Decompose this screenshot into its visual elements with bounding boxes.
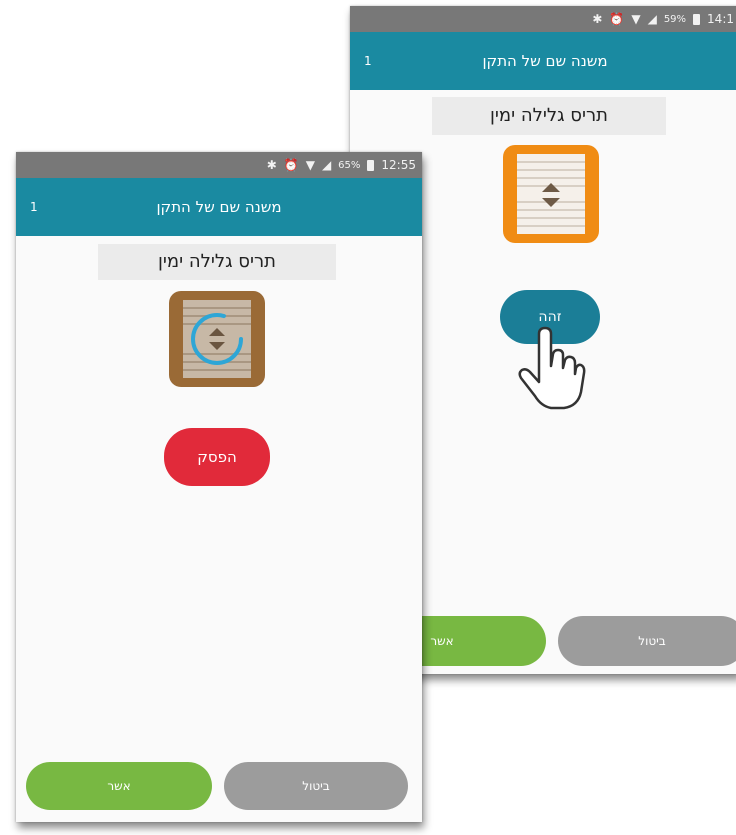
confirm-button[interactable]: אשר <box>26 762 212 810</box>
status-bar: ✱ ⏰ ▼ ◢ 59% 14:1 <box>350 6 736 32</box>
roller-shutter-icon <box>168 290 266 388</box>
status-time: 12:55 <box>381 158 416 172</box>
battery-percent: 59% <box>663 13 687 25</box>
status-time: 14:1 <box>707 12 734 26</box>
phone-screen-stop: ✱ ⏰ ▼ ◢ 65% 12:55 1 משנה שם של התקן תריס… <box>16 152 422 822</box>
alarm-icon: ⏰ <box>609 12 625 26</box>
wifi-icon: ▼ <box>305 158 315 172</box>
cancel-button[interactable]: ביטול <box>224 762 408 810</box>
page-title: משנה שם של התקן <box>156 198 282 216</box>
signal-icon: ◢ <box>321 158 332 172</box>
stop-button[interactable]: הפסק <box>164 428 270 486</box>
alarm-icon: ⏰ <box>283 158 299 172</box>
device-name-field[interactable]: תריס גלילה ימין <box>432 97 666 135</box>
bluetooth-icon: ✱ <box>266 158 277 172</box>
battery-icon <box>693 13 701 25</box>
app-bar: 1 משנה שם של התקן <box>16 178 422 236</box>
status-bar: ✱ ⏰ ▼ ◢ 65% 12:55 <box>16 152 422 178</box>
page-title: משנה שם של התקן <box>482 52 608 70</box>
hand-cursor-icon <box>517 326 587 410</box>
app-bar: 1 משנה שם של התקן <box>350 32 736 90</box>
battery-icon <box>367 159 375 171</box>
signal-icon: ◢ <box>647 12 657 26</box>
device-name-field[interactable]: תריס גלילה ימין <box>98 244 336 280</box>
roller-shutter-icon <box>502 144 600 244</box>
bluetooth-icon: ✱ <box>592 12 603 26</box>
wifi-icon: ▼ <box>631 12 641 26</box>
battery-percent: 65% <box>338 159 361 171</box>
cancel-button[interactable]: ביטול <box>558 616 736 666</box>
